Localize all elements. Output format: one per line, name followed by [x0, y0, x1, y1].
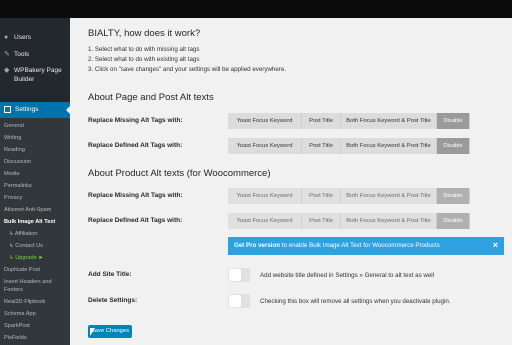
option-both[interactable]: Both Focus Keyword & Post Title	[341, 213, 437, 229]
option-disable[interactable]: Disable	[437, 113, 470, 129]
option-post-title[interactable]: Post Title	[302, 138, 341, 154]
option-yoast-focus-keyword[interactable]: Yoast Focus Keyword	[228, 138, 302, 154]
replace-defined-label: Replace Defined Alt Tags with:	[88, 142, 183, 149]
section-product-title: About Product Alt texts (for Woocommerce…	[88, 168, 271, 179]
delete-settings-desc: Checking this box will remove all settin…	[260, 298, 451, 305]
submenu-contact-us[interactable]: ↳ Contact Us	[9, 243, 43, 249]
add-site-title-toggle[interactable]	[228, 268, 250, 282]
admin-sidebar: ● Users ✎ Tools ◆ WPBakery Page Builder …	[0, 18, 70, 345]
replace-missing-options: Yoast Focus Keyword Post Title Both Focu…	[228, 113, 470, 129]
option-disable[interactable]: Disable	[437, 188, 470, 204]
submenu-akismet[interactable]: Akismet Anti-Spam	[4, 207, 51, 213]
submenu-writing[interactable]: Writing	[4, 135, 21, 141]
option-yoast-focus-keyword[interactable]: Yoast Focus Keyword	[228, 113, 302, 129]
option-disable[interactable]: Disable	[437, 213, 470, 229]
add-site-title-label: Add Site Title:	[88, 271, 132, 278]
submenu-duplicate-post[interactable]: Duplicate Post	[4, 267, 40, 273]
delete-settings-toggle[interactable]	[228, 294, 250, 308]
wpbakery-icon: ◆	[4, 67, 10, 74]
replace-defined-options: Yoast Focus Keyword Post Title Both Focu…	[228, 138, 470, 154]
submenu-upgrade[interactable]: ↳ Upgrade ►	[9, 255, 44, 261]
submenu-insert-headers-line2: Footers	[4, 287, 23, 293]
option-yoast-focus-keyword[interactable]: Yoast Focus Keyword	[228, 188, 302, 204]
step-2: 2. Select what to do with existing alt t…	[88, 56, 200, 63]
add-site-title-desc: Add website title defined in Settings » …	[260, 272, 435, 279]
users-icon: ●	[4, 34, 9, 41]
step-1: 1. Select what to do with missing alt ta…	[88, 46, 200, 53]
submenu-real3d[interactable]: Real3D Flipbook	[4, 299, 45, 305]
option-post-title[interactable]: Post Title	[302, 113, 341, 129]
section-page-post-title: About Page and Post Alt texts	[88, 92, 214, 103]
settings-icon	[4, 106, 11, 113]
option-post-title[interactable]: Post Title	[302, 188, 341, 204]
sidebar-item-settings[interactable]: Settings	[0, 102, 70, 118]
submenu-permalinks[interactable]: Permalinks	[4, 183, 32, 189]
submenu-sparkpost[interactable]: SparkPost	[4, 323, 30, 329]
option-disable[interactable]: Disable	[437, 138, 470, 154]
product-replace-defined-options: Yoast Focus Keyword Post Title Both Focu…	[228, 213, 470, 229]
product-replace-defined-label: Replace Defined Alt Tags with:	[88, 217, 183, 224]
submenu-general[interactable]: General	[4, 123, 24, 129]
submenu-privacy[interactable]: Privacy	[4, 195, 22, 201]
intro-title: BIALTY, how does it work?	[88, 28, 201, 39]
submenu-discussion[interactable]: Discussion	[4, 159, 31, 165]
submenu-affiliation[interactable]: ↳ Affiliation	[9, 231, 38, 237]
option-both[interactable]: Both Focus Keyword & Post Title	[341, 138, 437, 154]
step-3: 3. Click on "save changes" and your sett…	[88, 66, 287, 73]
mouse-cursor-icon	[90, 328, 95, 336]
admin-topbar	[0, 0, 512, 18]
product-replace-missing-options: Yoast Focus Keyword Post Title Both Focu…	[228, 188, 470, 204]
option-both[interactable]: Both Focus Keyword & Post Title	[341, 113, 437, 129]
submenu-insert-headers[interactable]: Insert Headers and	[4, 279, 52, 285]
submenu-reading[interactable]: Reading	[4, 147, 25, 153]
close-icon[interactable]: ×	[493, 240, 498, 250]
submenu-bulk-image-alt-text[interactable]: Bulk Image Alt Text	[4, 219, 55, 225]
pro-version-notice: Get Pro version to enable Bulk Image Alt…	[228, 237, 504, 255]
product-replace-missing-label: Replace Missing Alt Tags with:	[88, 192, 183, 199]
submenu-schema-app[interactable]: Schema App	[4, 311, 36, 317]
option-both[interactable]: Both Focus Keyword & Post Title	[341, 188, 437, 204]
get-pro-link[interactable]: Get Pro version	[234, 242, 280, 249]
option-yoast-focus-keyword[interactable]: Yoast Focus Keyword	[228, 213, 302, 229]
notice-text: to enable Bulk Image Alt Text for Woocom…	[280, 242, 440, 249]
submenu-pixfields[interactable]: PixFields	[4, 335, 27, 341]
submenu-media[interactable]: Media	[4, 171, 19, 177]
tools-icon: ✎	[4, 51, 10, 58]
settings-submenu: General Writing Reading Discussion Media…	[0, 118, 70, 345]
replace-missing-label: Replace Missing Alt Tags with:	[88, 117, 183, 124]
settings-page: BIALTY, how does it work? 1. Select what…	[70, 18, 512, 345]
option-post-title[interactable]: Post Title	[302, 213, 341, 229]
delete-settings-label: Delete Settings:	[88, 297, 138, 304]
